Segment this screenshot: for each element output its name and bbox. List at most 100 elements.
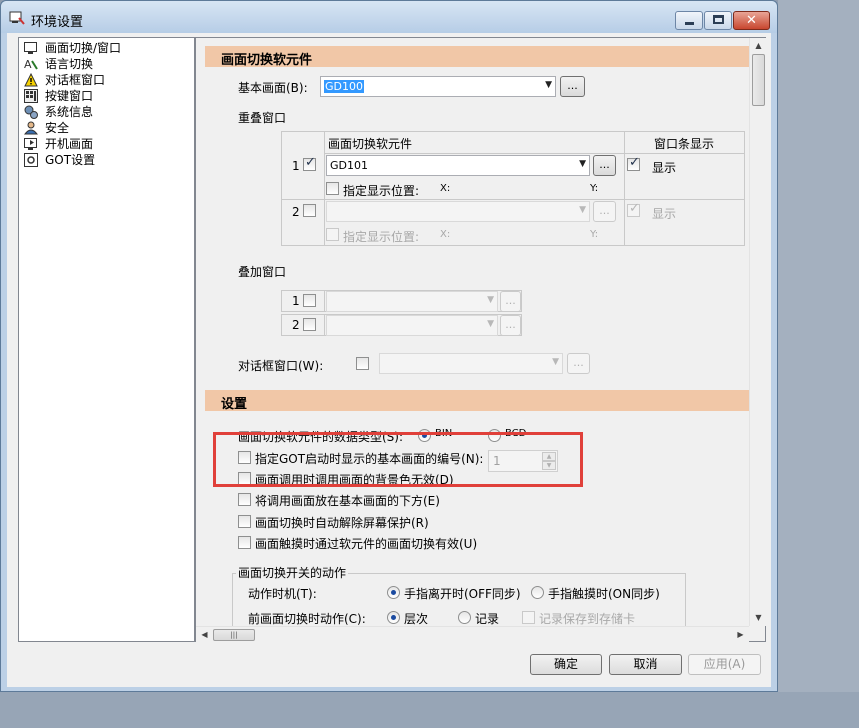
tree-item-label: 安全 <box>45 121 70 135</box>
prev-hierarchy-radio[interactable] <box>387 611 400 624</box>
overlap-1-show-label: 显示 <box>652 161 677 175</box>
action-timing-label: 动作时机(T): <box>248 587 317 601</box>
horizontal-scrollbar[interactable]: ◀ ||| ▶ <box>196 626 749 642</box>
tree-item-label: 系统信息 <box>45 105 94 119</box>
startup-screen-icon <box>24 138 37 150</box>
save-to-memory-card-label: 记录保存到存储卡 <box>539 612 636 626</box>
switch-action-heading: 画面切换开关的动作 <box>236 564 349 581</box>
superimpose-row-number: 2 <box>292 318 300 332</box>
scroll-right-icon[interactable]: ▶ <box>732 627 749 643</box>
dialog-window-checkbox[interactable] <box>356 357 369 370</box>
overlap-2-enable-checkbox[interactable] <box>303 204 316 217</box>
overlap-2-browse-button[interactable]: ... <box>593 201 616 222</box>
dialog-client-area: 画面切换/窗口 A 语言切换 对话框窗口 按键窗口 系统信息 安全 开机画面 G… <box>7 33 771 687</box>
maximize-button[interactable] <box>704 11 732 30</box>
auto-release-screensaver-checkbox[interactable] <box>238 515 251 528</box>
superimpose-2-combo[interactable]: ▼ <box>326 315 498 336</box>
dialog-window-icon <box>24 73 38 87</box>
keypad-icon <box>24 89 38 103</box>
minimize-button[interactable] <box>675 11 703 30</box>
overlap-1-position-label: 指定显示位置: <box>343 184 420 198</box>
overlap-1-show-checkbox[interactable]: ✓ <box>627 155 640 171</box>
base-screen-browse-button[interactable]: ... <box>560 76 585 97</box>
superimpose-1-combo[interactable]: ▼ <box>326 291 498 312</box>
settings-tree: 画面切换/窗口 A 语言切换 对话框窗口 按键窗口 系统信息 安全 开机画面 G… <box>18 37 195 642</box>
dropdown-arrow-icon: ▼ <box>487 295 494 305</box>
dialog-window-combo[interactable]: ▼ <box>379 353 563 374</box>
overlap-2-device-combo[interactable]: ▼ <box>326 201 590 222</box>
prev-record-radio[interactable] <box>458 611 471 624</box>
apply-button[interactable]: 应用(A) <box>688 654 761 675</box>
timing-on-sync-radio[interactable] <box>531 586 544 599</box>
highlight-annotation-box <box>213 432 583 487</box>
superimpose-2-checkbox[interactable] <box>303 318 316 331</box>
overlap-1-position-checkbox[interactable] <box>326 182 339 195</box>
overlap-row-number: 2 <box>292 205 300 219</box>
minimize-icon <box>685 22 694 25</box>
window-title: 环境设置 <box>31 15 84 30</box>
dialog-window-browse-button[interactable]: ... <box>567 353 590 374</box>
dialog-window-label: 对话框窗口(W): <box>238 359 324 373</box>
save-to-memory-card-checkbox[interactable] <box>522 611 535 624</box>
overlap-window-heading: 重叠窗口 <box>238 111 287 125</box>
horizontal-scroll-thumb[interactable]: ||| <box>213 629 255 641</box>
dropdown-arrow-icon: ▼ <box>552 357 559 367</box>
superimpose-1-checkbox[interactable] <box>303 294 316 307</box>
superimpose-1-browse-button[interactable]: ... <box>500 291 521 312</box>
overlap-1-enable-checkbox[interactable]: ✓ <box>303 155 316 171</box>
base-screen-label: 基本画面(B): <box>238 81 308 95</box>
overlap-2-position-checkbox[interactable] <box>326 228 339 241</box>
timing-off-sync-label: 手指离开时(OFF同步) <box>404 587 521 601</box>
overlap-col-window-bar: 窗口条显示 <box>654 137 715 151</box>
superimpose-2-browse-button[interactable]: ... <box>500 315 521 336</box>
got-settings-icon <box>24 153 38 167</box>
vertical-scrollbar[interactable]: ▲ ▼ <box>749 38 766 626</box>
vertical-scroll-thumb[interactable] <box>752 54 765 106</box>
close-icon: ✕ <box>746 13 757 28</box>
prev-screen-action-label: 前画面切换时动作(C): <box>248 612 366 626</box>
overlap-1-browse-button[interactable]: ... <box>593 155 616 176</box>
overlap-1-x-label: X: <box>440 183 451 194</box>
timing-off-sync-radio[interactable] <box>387 586 400 599</box>
tree-item-label: GOT设置 <box>45 153 96 167</box>
overlap-2-show-label: 显示 <box>652 207 677 221</box>
tree-item-label: 对话框窗口 <box>45 73 106 87</box>
overlap-1-y-label: Y: <box>590 183 599 194</box>
touch-switch-enable-checkbox[interactable] <box>238 536 251 549</box>
cancel-button[interactable]: 取消 <box>609 654 682 675</box>
title-bar[interactable]: 环境设置 ✕ <box>1 1 777 33</box>
section-title: 画面切换软元件 <box>221 53 313 68</box>
dropdown-arrow-icon: ▼ <box>545 80 552 90</box>
auto-release-screensaver-label: 画面切换时自动解除屏幕保护(R) <box>255 516 429 530</box>
tree-item-label: 画面切换/窗口 <box>45 41 122 55</box>
system-info-icon <box>24 105 38 119</box>
close-button[interactable]: ✕ <box>733 11 770 30</box>
overlap-2-show-checkbox[interactable]: ✓ <box>627 201 640 217</box>
dropdown-arrow-icon: ▼ <box>579 205 586 215</box>
overlap-1-device-value: GD101 <box>330 159 368 172</box>
ok-button[interactable]: 确定 <box>530 654 602 675</box>
overlap-2-position-label: 指定显示位置: <box>343 230 420 244</box>
scroll-left-icon[interactable]: ◀ <box>196 627 213 643</box>
language-icon: A <box>24 58 38 71</box>
scroll-up-icon[interactable]: ▲ <box>750 38 767 54</box>
section-header-settings: 设置 <box>205 390 755 412</box>
base-screen-combo[interactable]: GD100 ▼ <box>320 76 556 97</box>
superimpose-window-heading: 叠加窗口 <box>238 265 287 279</box>
overlap-col-device: 画面切换软元件 <box>328 137 413 151</box>
overlap-2-y-label: Y: <box>590 229 599 240</box>
settings-window-icon <box>9 11 25 25</box>
grid-divider <box>324 131 325 246</box>
dropdown-arrow-icon: ▼ <box>579 159 586 169</box>
tree-item-label: 开机画面 <box>45 137 94 151</box>
grid-divider <box>324 314 325 336</box>
timing-on-sync-label: 手指触摸时(ON同步) <box>548 587 660 601</box>
place-below-base-checkbox[interactable] <box>238 493 251 506</box>
grid-divider <box>324 290 325 312</box>
dropdown-arrow-icon: ▼ <box>487 319 494 329</box>
prev-hierarchy-label: 层次 <box>404 612 429 626</box>
place-below-base-label: 将调用画面放在基本画面的下方(E) <box>255 494 440 508</box>
desktop-background <box>778 0 859 728</box>
scroll-down-icon[interactable]: ▼ <box>750 610 767 626</box>
overlap-1-device-combo[interactable]: GD101 ▼ <box>326 155 590 176</box>
